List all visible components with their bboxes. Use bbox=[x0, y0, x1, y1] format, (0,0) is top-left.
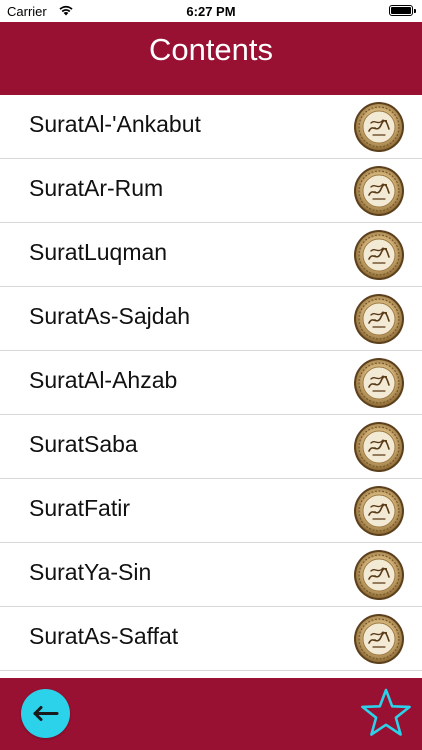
surah-list[interactable]: SuratAl-'Ankabut SuratAr-Rum SuratLuqman… bbox=[0, 95, 422, 678]
surah-row[interactable]: SuratLuqman bbox=[0, 223, 422, 287]
surah-label: SuratSaba bbox=[29, 431, 138, 457]
surah-row[interactable]: SuratAr-Rum bbox=[0, 159, 422, 223]
header-bar: Contents bbox=[0, 22, 422, 95]
battery-icon bbox=[389, 5, 416, 16]
quran-emblem-icon bbox=[353, 293, 405, 345]
quran-emblem-icon bbox=[353, 549, 405, 601]
surah-row[interactable]: SuratFatir bbox=[0, 479, 422, 543]
surah-label: SuratAr-Rum bbox=[29, 175, 164, 201]
quran-emblem-icon bbox=[353, 101, 405, 153]
surah-label: SuratAl-'Ankabut bbox=[29, 111, 201, 137]
status-bar: Carrier 6:27 PM bbox=[0, 0, 422, 22]
back-button[interactable] bbox=[21, 689, 70, 738]
surah-label: SuratAl-Ahzab bbox=[29, 367, 178, 393]
quran-emblem-icon bbox=[353, 165, 405, 217]
surah-row[interactable]: SuratAs-Saffat bbox=[0, 607, 422, 671]
surah-row[interactable]: SuratAs-Sajdah bbox=[0, 287, 422, 351]
quran-emblem-icon bbox=[353, 421, 405, 473]
page-title: Contents bbox=[148, 32, 274, 67]
surah-label: SuratFatir bbox=[29, 495, 130, 521]
quran-emblem-icon bbox=[353, 613, 405, 665]
bottom-bar bbox=[0, 678, 422, 750]
star-icon bbox=[361, 688, 411, 736]
surah-row-partial[interactable] bbox=[0, 671, 422, 678]
quran-emblem-icon bbox=[353, 485, 405, 537]
surah-label: SuratYa-Sin bbox=[29, 559, 152, 585]
surah-row[interactable]: SuratAl-Ahzab bbox=[0, 351, 422, 415]
status-time: 6:27 PM bbox=[186, 4, 236, 19]
quran-emblem-icon bbox=[353, 229, 405, 281]
surah-row[interactable]: SuratSaba bbox=[0, 415, 422, 479]
favorite-button[interactable] bbox=[358, 686, 414, 742]
surah-label: SuratAs-Sajdah bbox=[29, 303, 191, 329]
surah-row[interactable]: SuratYa-Sin bbox=[0, 543, 422, 607]
surah-label: SuratAs-Saffat bbox=[29, 623, 179, 649]
surah-label: SuratLuqman bbox=[29, 239, 168, 265]
quran-emblem-icon bbox=[353, 357, 405, 409]
back-arrow-icon bbox=[33, 706, 59, 721]
surah-row[interactable]: SuratAl-'Ankabut bbox=[0, 95, 422, 159]
